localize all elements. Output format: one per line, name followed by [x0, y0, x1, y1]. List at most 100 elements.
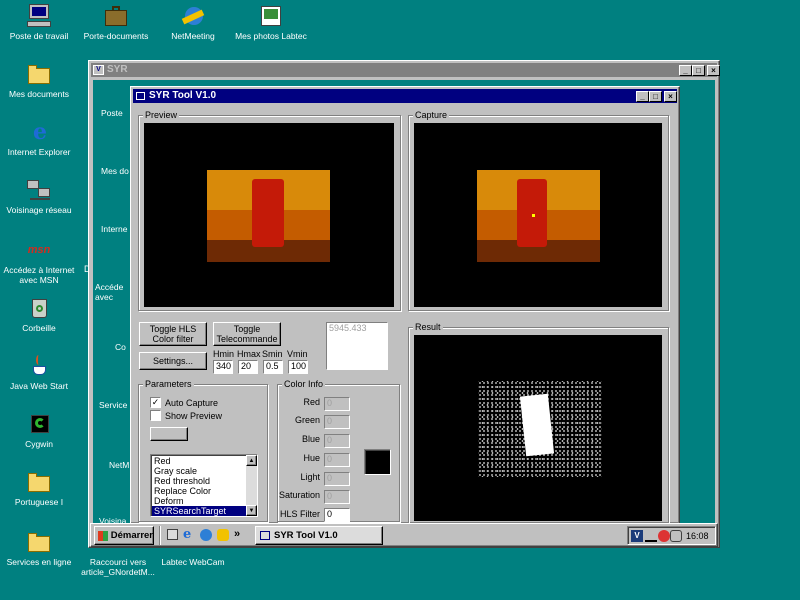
desktop-icon-msn[interactable]: msn Accédez à Internet avec MSN — [1, 238, 77, 285]
desktop-icon-porte-documents[interactable]: Porte-documents — [78, 4, 154, 41]
smin-input[interactable]: 0.5 — [263, 360, 283, 374]
partial-icon-label[interactable]: Interne — [101, 224, 127, 234]
desktop-icon-corbeille[interactable]: Corbeille — [1, 296, 77, 333]
desktop-icon-label: Poste de travail — [9, 31, 69, 41]
result-label: Result — [413, 322, 443, 332]
green-value-field: 0 — [324, 415, 350, 429]
partial-icon-label[interactable]: Poste — [101, 108, 123, 118]
auto-capture-label: Auto Capture — [165, 398, 219, 408]
desktop-icon-label: Cygwin — [25, 439, 53, 449]
partial-icon-label[interactable]: NetM — [109, 460, 129, 470]
preview-group: Preview — [138, 110, 401, 311]
settings-button[interactable]: Settings... — [139, 352, 207, 370]
result-video — [414, 335, 662, 521]
desktop-icon-java-web-start[interactable]: Java Web Start — [1, 354, 77, 391]
listbox-scrollbar[interactable]: ▲ ▼ — [246, 455, 257, 516]
desktop-icon-netmeeting[interactable]: NetMeeting — [155, 4, 231, 41]
network-icon — [26, 178, 52, 202]
outlook-icon[interactable] — [217, 529, 229, 541]
partial-icon-label[interactable]: Accéde avec — [95, 282, 129, 302]
briefcase-icon — [103, 4, 129, 28]
toggle-telecommande-button[interactable]: Toggle Telecommande — [213, 322, 281, 346]
vmin-label: Vmin — [287, 349, 308, 359]
scroll-up-icon[interactable]: ▲ — [246, 455, 257, 466]
filter-option-selected[interactable]: SYRSearchTarget — [152, 506, 246, 516]
show-desktop-icon[interactable] — [167, 529, 178, 540]
close-button[interactable]: × — [664, 91, 677, 102]
auto-capture-checkbox[interactable]: ✓ — [150, 397, 161, 408]
tool-titlebar[interactable]: SYR Tool V1.0 _ □ × — [133, 89, 677, 103]
desktop-icon-label: Accédez à Internet avec MSN — [3, 265, 75, 285]
filter-options: Red Gray scale Red threshold Replace Col… — [152, 456, 246, 516]
vmin-input[interactable]: 100 — [288, 360, 308, 374]
internet-explorer-icon[interactable]: e — [183, 527, 196, 542]
blank-button[interactable] — [150, 427, 188, 441]
filter-option[interactable]: Red — [152, 456, 246, 466]
filter-option[interactable]: Replace Color — [152, 486, 246, 496]
netmeeting-icon[interactable] — [200, 529, 212, 541]
capture-label: Capture — [413, 110, 450, 120]
partial-icon-label[interactable]: Co — [115, 342, 126, 352]
desktop-icon-services-en-ligne[interactable]: Services en ligne — [1, 530, 77, 567]
labtec-tray-icon[interactable]: V — [631, 530, 643, 542]
desktop-icon-internet-explorer[interactable]: e Internet Explorer — [1, 120, 77, 157]
folder-icon — [26, 62, 52, 86]
minimize-button[interactable]: _ — [636, 91, 649, 102]
capture-group: Capture — [408, 110, 669, 311]
desktop-icon-mes-documents[interactable]: Mes documents — [1, 62, 77, 99]
java-icon — [26, 354, 52, 378]
syr-tool-window[interactable]: SYR Tool V1.0 _ □ × Preview Capture Togg — [130, 86, 680, 525]
cygwin-icon — [26, 412, 52, 436]
desktop-icon-poste-de-travail[interactable]: Poste de travail — [1, 4, 77, 41]
hue-value-field: 0 — [324, 453, 350, 467]
desktop-icon-portuguese[interactable]: Portuguese I — [1, 470, 77, 507]
partial-icon-label[interactable]: Service — [99, 400, 127, 410]
show-preview-checkbox[interactable] — [150, 410, 161, 421]
quicklaunch-more-icon[interactable]: » — [234, 528, 240, 540]
scroll-down-icon[interactable]: ▼ — [246, 505, 257, 516]
minimize-button[interactable]: _ — [679, 65, 692, 76]
maximize-button[interactable]: □ — [692, 65, 705, 76]
desktop-icon-label: Raccourci vers article_GNordetM... — [81, 557, 155, 577]
green-label: Green — [294, 415, 320, 425]
hls-filter-input[interactable]: 0 — [324, 508, 350, 522]
partial-icon-label[interactable]: Mes do — [101, 166, 129, 176]
desktop-icon-cygwin[interactable]: Cygwin — [1, 412, 77, 449]
filter-option[interactable]: Gray scale — [152, 466, 246, 476]
hls-filter-label: HLS Filter — [279, 509, 320, 519]
netmeeting-icon — [180, 4, 206, 28]
windows-logo-icon — [98, 530, 108, 541]
desktop-icon-label: Internet Explorer — [7, 147, 71, 157]
toggle-hls-button[interactable]: Toggle HLS Color filter — [139, 322, 207, 346]
task-syr-tool[interactable]: SYR Tool V1.0 — [255, 526, 383, 545]
maximize-button[interactable]: □ — [649, 91, 662, 102]
hmin-input[interactable]: 340 — [213, 360, 233, 374]
show-preview-label: Show Preview — [165, 411, 223, 421]
preview-label: Preview — [143, 110, 180, 120]
start-label: Démarrer — [110, 529, 153, 541]
camera-scene — [477, 170, 600, 262]
smin-label: Smin — [262, 349, 283, 359]
filter-listbox[interactable]: Red Gray scale Red threshold Replace Col… — [150, 454, 258, 517]
desktop-icon-label: Mes documents — [9, 89, 69, 99]
start-button[interactable]: Démarrer — [94, 526, 154, 545]
close-button[interactable]: × — [707, 65, 720, 76]
app-tray-icon[interactable] — [658, 530, 670, 542]
desktop-icon-mes-photos-labtec[interactable]: Mes photos Labtec — [228, 4, 314, 41]
filter-option[interactable]: Red threshold — [152, 476, 246, 486]
volume-tray-icon[interactable] — [645, 530, 657, 542]
hmax-input[interactable]: 20 — [238, 360, 258, 374]
preview-video — [144, 123, 394, 307]
msn-icon: msn — [27, 244, 51, 256]
desktop-icon-voisinage-reseau[interactable]: Voisinage réseau — [1, 178, 77, 215]
computer-icon — [26, 4, 52, 28]
network-tray-icon[interactable] — [670, 530, 682, 542]
saturation-label: Saturation — [278, 490, 320, 500]
recycle-bin-icon — [26, 296, 52, 320]
parameters-label: Parameters — [143, 379, 194, 389]
desktop-icon-label: Services en ligne — [6, 557, 72, 567]
filter-option[interactable]: Deform — [152, 496, 246, 506]
blue-value-field: 0 — [324, 434, 350, 448]
explorer-titlebar[interactable]: V SYR _ □ × — [91, 63, 720, 77]
red-label: Red — [303, 397, 320, 407]
